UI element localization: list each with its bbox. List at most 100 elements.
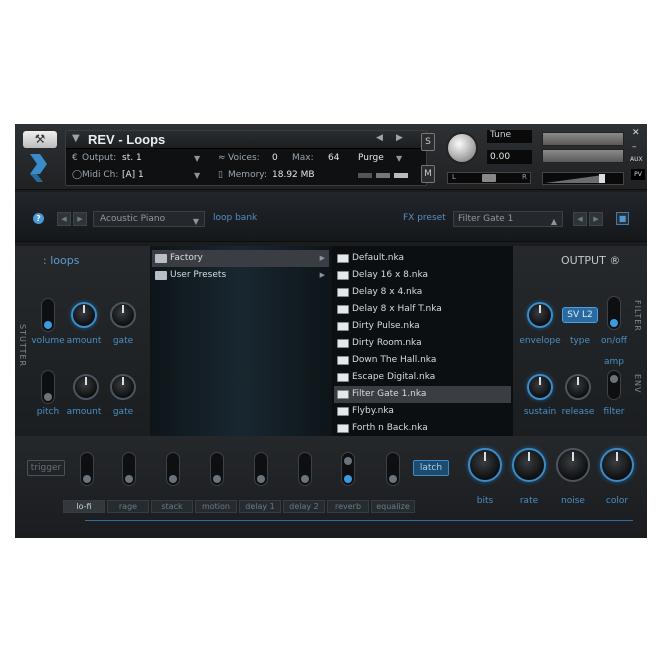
list-item[interactable]: Delay 16 x 8.nka (334, 267, 511, 284)
previous-preset-icon[interactable]: ◀ (57, 212, 71, 226)
pan-slider[interactable]: L R (447, 172, 531, 184)
noise-knob[interactable] (556, 448, 590, 482)
amount-knob[interactable] (71, 302, 97, 328)
lo-fi-toggle[interactable] (80, 452, 94, 486)
tune-value[interactable]: 0.00 (487, 150, 532, 164)
chevron-down-icon[interactable]: ▼ (194, 154, 200, 163)
previous-instrument-icon[interactable]: ◀ (376, 133, 383, 143)
chevron-down-icon[interactable]: ▼ (72, 133, 80, 144)
next-fx-preset-icon[interactable]: ▶ (589, 212, 603, 226)
help-icon[interactable]: ? (33, 213, 44, 224)
mute-button[interactable]: M (421, 165, 435, 183)
folder-icon (155, 271, 167, 280)
release-knob[interactable] (565, 374, 591, 400)
trigger-button[interactable]: trigger (27, 460, 65, 476)
rage-toggle[interactable] (122, 452, 136, 486)
loop-bank-label: loop bank (213, 213, 258, 223)
bits-knob[interactable] (468, 448, 502, 482)
fx-preset-dropdown[interactable]: Filter Gate 1 ▲ (453, 211, 563, 227)
sustain-knob[interactable] (527, 374, 553, 400)
solo-button[interactable]: S (421, 133, 435, 151)
chevron-down-icon[interactable]: ▼ (194, 171, 200, 180)
folder-item-user-presets[interactable]: User Presets ▶ (152, 267, 329, 284)
toggle-indicator (44, 393, 52, 401)
delay-2-toggle[interactable] (298, 452, 312, 486)
memory-value: 18.92 MB (272, 170, 315, 180)
list-item[interactable]: Default.nka (334, 250, 511, 267)
list-item[interactable]: Forth n Back.nka (334, 420, 511, 434)
tab-rage[interactable]: rage (107, 500, 149, 513)
folder-item-factory[interactable]: Factory ▶ (152, 250, 329, 267)
list-item[interactable]: Dirty Room.nka (334, 335, 511, 352)
motion-toggle[interactable] (210, 452, 224, 486)
list-item[interactable]: Delay 8 x Half T.nka (334, 301, 511, 318)
max-label: Max: (292, 153, 314, 163)
rate-label: rate (519, 496, 539, 506)
reverb-toggle[interactable] (341, 452, 355, 486)
tab-delay-2[interactable]: delay 2 (283, 500, 325, 513)
filter-on-off-toggle[interactable] (607, 296, 621, 330)
gate-knob[interactable] (110, 374, 136, 400)
tab-delay-1[interactable]: delay 1 (239, 500, 281, 513)
toggle-indicator (344, 457, 352, 465)
tab-motion[interactable]: motion (195, 500, 237, 513)
fx-preset-value: Filter Gate 1 (458, 214, 514, 224)
title-row: ▼ REV - Loops ◀ ▶ (66, 131, 426, 149)
output-icon: € (72, 153, 78, 163)
document-icon (337, 424, 349, 433)
volume-slider[interactable] (542, 172, 624, 185)
tab-stack[interactable]: stack (151, 500, 193, 513)
tab-lo-fi[interactable]: lo-fi (63, 500, 105, 513)
close-icon[interactable]: ✕ (632, 128, 640, 138)
equalize-toggle[interactable] (386, 452, 400, 486)
save-icon[interactable]: ■ (616, 212, 629, 225)
list-item[interactable]: Delay 8 x 4.nka (334, 284, 511, 301)
pitch-toggle[interactable] (41, 370, 55, 404)
midi-channel-value[interactable]: [A] 1 (122, 170, 144, 180)
delay-1-toggle[interactable] (254, 452, 268, 486)
main-panel: : loops STUTTER volume amount gate pitch… (15, 246, 647, 436)
instrument-title[interactable]: REV - Loops (88, 132, 165, 147)
pan-handle[interactable] (482, 174, 496, 182)
stack-toggle[interactable] (166, 452, 180, 486)
loop-preset-dropdown[interactable]: Acoustic Piano ▼ (93, 211, 205, 227)
toggle-indicator (301, 475, 309, 483)
tab-equalize[interactable]: equalize (371, 500, 415, 513)
purge-menu[interactable]: Purge (358, 153, 384, 163)
list-item[interactable]: Flyby.nka (334, 403, 511, 420)
output-value[interactable]: st. 1 (122, 153, 142, 163)
toggle-indicator (44, 321, 52, 329)
amount-knob[interactable] (73, 374, 99, 400)
tune-knob[interactable] (446, 132, 478, 164)
latch-button[interactable]: latch (413, 460, 449, 476)
list-item[interactable]: Escape Digital.nka (334, 369, 511, 386)
envelope-knob[interactable] (527, 302, 553, 328)
pv-button[interactable]: PV (631, 169, 645, 180)
memory-icon: ▯ (218, 170, 223, 180)
file-label: Delay 16 x 8.nka (352, 270, 429, 280)
envelope-label: envelope (519, 336, 561, 346)
volume-toggle[interactable] (41, 298, 55, 332)
toggle-indicator (169, 475, 177, 483)
aux-button[interactable]: AUX (630, 156, 643, 163)
level-meter-left (542, 132, 624, 146)
previous-fx-preset-icon[interactable]: ◀ (573, 212, 587, 226)
wrench-icon[interactable]: ⚒ (23, 131, 57, 148)
amp-filter-switch[interactable] (607, 370, 621, 400)
chevron-down-icon[interactable]: ▼ (396, 154, 402, 163)
gate-knob[interactable] (110, 302, 136, 328)
next-instrument-icon[interactable]: ▶ (396, 133, 403, 143)
list-item-selected[interactable]: Filter Gate 1.nka (334, 386, 511, 403)
tab-reverb[interactable]: reverb (327, 500, 369, 513)
list-item[interactable]: Down The Hall.nka (334, 352, 511, 369)
filter-type-button[interactable]: SV L2 (562, 307, 598, 323)
rate-knob[interactable] (512, 448, 546, 482)
document-icon (337, 322, 349, 331)
on-off-label: on/off (601, 336, 627, 346)
minimize-icon[interactable]: – (632, 142, 637, 152)
color-knob[interactable] (600, 448, 634, 482)
max-voices-value[interactable]: 64 (328, 153, 339, 163)
list-item[interactable]: Dirty Pulse.nka (334, 318, 511, 335)
next-preset-icon[interactable]: ▶ (73, 212, 87, 226)
toggle-indicator (389, 475, 397, 483)
